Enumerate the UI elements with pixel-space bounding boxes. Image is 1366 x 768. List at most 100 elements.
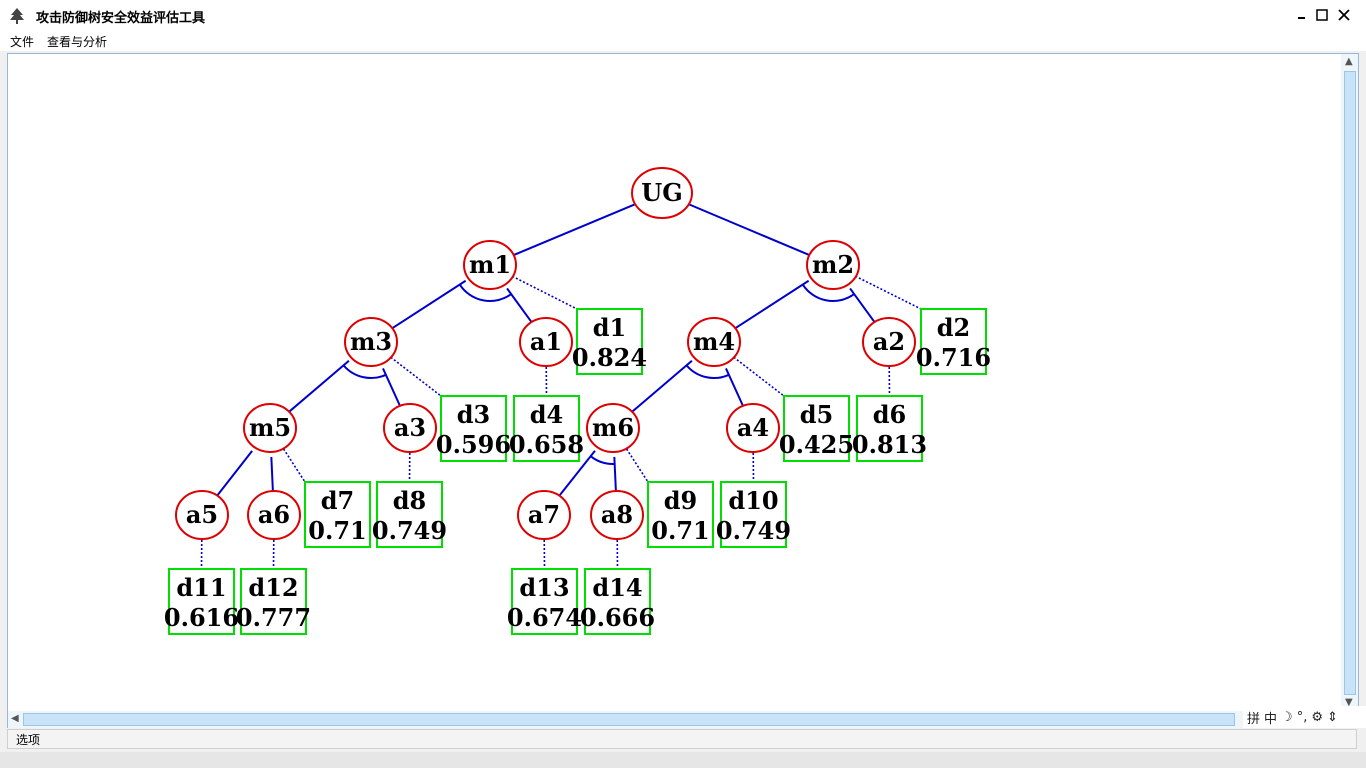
ime-pinyin-icon[interactable]: 拼 bbox=[1247, 708, 1260, 727]
defense-value: 0.71 bbox=[308, 516, 366, 545]
defense-label: d9 bbox=[664, 486, 697, 515]
node-m1[interactable]: m1 bbox=[463, 240, 517, 290]
defense-label: d1 bbox=[593, 313, 626, 342]
bottom-strip bbox=[0, 752, 1366, 768]
node-label: m2 bbox=[812, 250, 854, 279]
defense-d3[interactable]: d30.596 bbox=[436, 395, 511, 462]
defense-d10[interactable]: d100.749 bbox=[716, 481, 791, 548]
node-m5[interactable]: m5 bbox=[243, 403, 297, 453]
defense-link-d5 bbox=[733, 356, 785, 397]
defense-label: d8 bbox=[393, 486, 426, 515]
defense-d8[interactable]: d80.749 bbox=[372, 481, 447, 548]
defense-d9[interactable]: d90.71 bbox=[647, 481, 714, 548]
node-a5[interactable]: a5 bbox=[175, 490, 229, 540]
node-label: m6 bbox=[592, 413, 634, 442]
defense-value: 0.824 bbox=[572, 343, 647, 372]
defense-label: d3 bbox=[457, 400, 490, 429]
node-label: a3 bbox=[394, 413, 426, 442]
edge-m3-m5 bbox=[287, 360, 350, 414]
edge-UG-m1 bbox=[511, 203, 636, 257]
node-label: a6 bbox=[258, 500, 290, 529]
defense-link-d9 bbox=[625, 448, 649, 483]
node-a2[interactable]: a2 bbox=[862, 317, 916, 367]
defense-label: d11 bbox=[176, 573, 226, 602]
node-m6[interactable]: m6 bbox=[586, 403, 640, 453]
node-UG[interactable]: UG bbox=[631, 167, 693, 219]
defense-link-d7 bbox=[282, 448, 306, 483]
status-bar: 选项 bbox=[7, 729, 1357, 749]
and-arc-m4 bbox=[685, 364, 730, 379]
node-label: m3 bbox=[350, 327, 392, 356]
defense-label: d14 bbox=[592, 573, 642, 602]
node-label: a2 bbox=[873, 327, 905, 356]
edge-UG-m2 bbox=[688, 203, 812, 257]
node-label: UG bbox=[641, 178, 682, 207]
defense-d14[interactable]: d140.666 bbox=[580, 568, 655, 635]
edge-m6-a8 bbox=[613, 456, 617, 492]
defense-value: 0.716 bbox=[916, 343, 991, 372]
node-a8[interactable]: a8 bbox=[590, 490, 644, 540]
node-label: m4 bbox=[693, 327, 735, 356]
horizontal-scroll-thumb[interactable] bbox=[23, 713, 1235, 726]
defense-label: d6 bbox=[873, 400, 906, 429]
edge-m5-a6 bbox=[270, 456, 274, 492]
edge-m2-m4 bbox=[733, 279, 810, 330]
defense-d11[interactable]: d110.616 bbox=[164, 568, 239, 635]
node-label: a4 bbox=[737, 413, 769, 442]
defense-d1[interactable]: d10.824 bbox=[572, 308, 647, 375]
defense-d6[interactable]: d60.813 bbox=[852, 395, 927, 462]
defense-d5[interactable]: d50.425 bbox=[779, 395, 854, 462]
defense-link-d2 bbox=[855, 275, 922, 310]
node-a7[interactable]: a7 bbox=[517, 490, 571, 540]
defense-link-d1 bbox=[511, 275, 578, 310]
edge-m5-a5 bbox=[215, 450, 253, 497]
ime-expand-icon[interactable]: ⇕ bbox=[1327, 710, 1338, 725]
node-m2[interactable]: m2 bbox=[806, 240, 860, 290]
defense-label: d12 bbox=[248, 573, 298, 602]
defense-value: 0.616 bbox=[164, 603, 239, 632]
defense-value: 0.749 bbox=[372, 516, 447, 545]
defense-value: 0.666 bbox=[580, 603, 655, 632]
defense-d4[interactable]: d40.658 bbox=[509, 395, 584, 462]
node-m4[interactable]: m4 bbox=[687, 317, 741, 367]
vertical-scroll-thumb[interactable] bbox=[1344, 71, 1356, 695]
defense-d2[interactable]: d20.716 bbox=[916, 308, 991, 375]
defense-value: 0.674 bbox=[507, 603, 582, 632]
attack-defense-tree: UGm1 m2m3 a1 m4 a2m5 a3 m6 a4a5 a6 a7 a8d10.824d20… bbox=[164, 167, 991, 635]
ime-settings-icon[interactable]: ⚙ bbox=[1311, 710, 1323, 725]
ime-punctuation-icon[interactable]: °, bbox=[1297, 710, 1308, 725]
defense-value: 0.425 bbox=[779, 430, 854, 459]
node-label: a8 bbox=[601, 500, 633, 529]
defense-d13[interactable]: d130.674 bbox=[507, 568, 582, 635]
defense-label: d13 bbox=[519, 573, 569, 602]
defense-value: 0.596 bbox=[436, 430, 511, 459]
node-a4[interactable]: a4 bbox=[726, 403, 780, 453]
defense-label: d4 bbox=[530, 400, 563, 429]
edge-m3-a3 bbox=[382, 367, 401, 407]
defense-value: 0.749 bbox=[716, 516, 791, 545]
defense-d12[interactable]: d120.777 bbox=[236, 568, 311, 635]
node-a6[interactable]: a6 bbox=[247, 490, 301, 540]
scroll-left-icon[interactable]: ◀ bbox=[11, 713, 19, 724]
defense-value: 0.813 bbox=[852, 430, 927, 459]
edge-m2-a2 bbox=[849, 287, 876, 324]
ime-halfwidth-icon[interactable]: ☽ bbox=[1281, 710, 1293, 725]
node-m3[interactable]: m3 bbox=[344, 317, 398, 367]
defense-value: 0.71 bbox=[651, 516, 709, 545]
defense-label: d10 bbox=[728, 486, 778, 515]
node-label: a5 bbox=[186, 500, 218, 529]
defense-d7[interactable]: d70.71 bbox=[304, 481, 371, 548]
and-arc-m3 bbox=[342, 364, 387, 379]
ime-toolbar: 拼 中 ☽ °, ⚙ ⇕ bbox=[1243, 706, 1366, 728]
defense-link-d3 bbox=[390, 356, 442, 397]
node-a3[interactable]: a3 bbox=[383, 403, 437, 453]
node-label: m5 bbox=[249, 413, 291, 442]
defense-value: 0.658 bbox=[509, 430, 584, 459]
node-a1[interactable]: a1 bbox=[519, 317, 573, 367]
scroll-up-icon[interactable]: ▲ bbox=[1345, 56, 1353, 67]
defense-label: d7 bbox=[321, 486, 354, 515]
defense-value: 0.777 bbox=[236, 603, 311, 632]
ime-chinese-mode-icon[interactable]: 中 bbox=[1264, 708, 1277, 727]
defense-label: d2 bbox=[937, 313, 970, 342]
edge-m4-a4 bbox=[725, 367, 744, 407]
